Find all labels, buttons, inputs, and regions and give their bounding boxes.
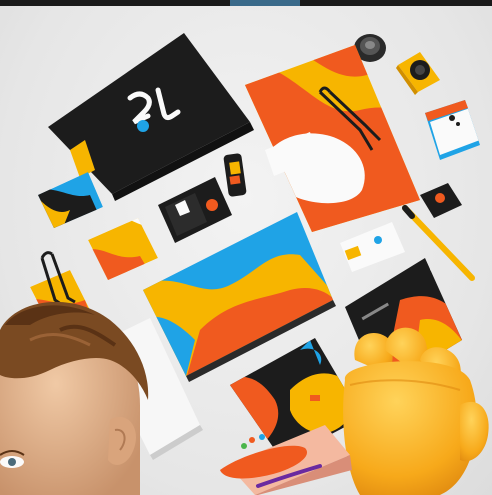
- mockup-illustration: [0, 33, 489, 495]
- gift-cube: [425, 100, 480, 160]
- stationery-mockup-scene: [0, 0, 492, 495]
- small-black-box: [420, 183, 462, 218]
- small-card-middle: [88, 218, 158, 280]
- yellow-3d-hand: [343, 327, 489, 495]
- yellow-camera: [396, 52, 440, 95]
- usb-drive: [223, 153, 247, 197]
- open-notebook: [158, 177, 232, 243]
- white-business-card: [340, 222, 405, 272]
- black-envelope: [48, 33, 254, 201]
- presentation-folder: [245, 45, 420, 232]
